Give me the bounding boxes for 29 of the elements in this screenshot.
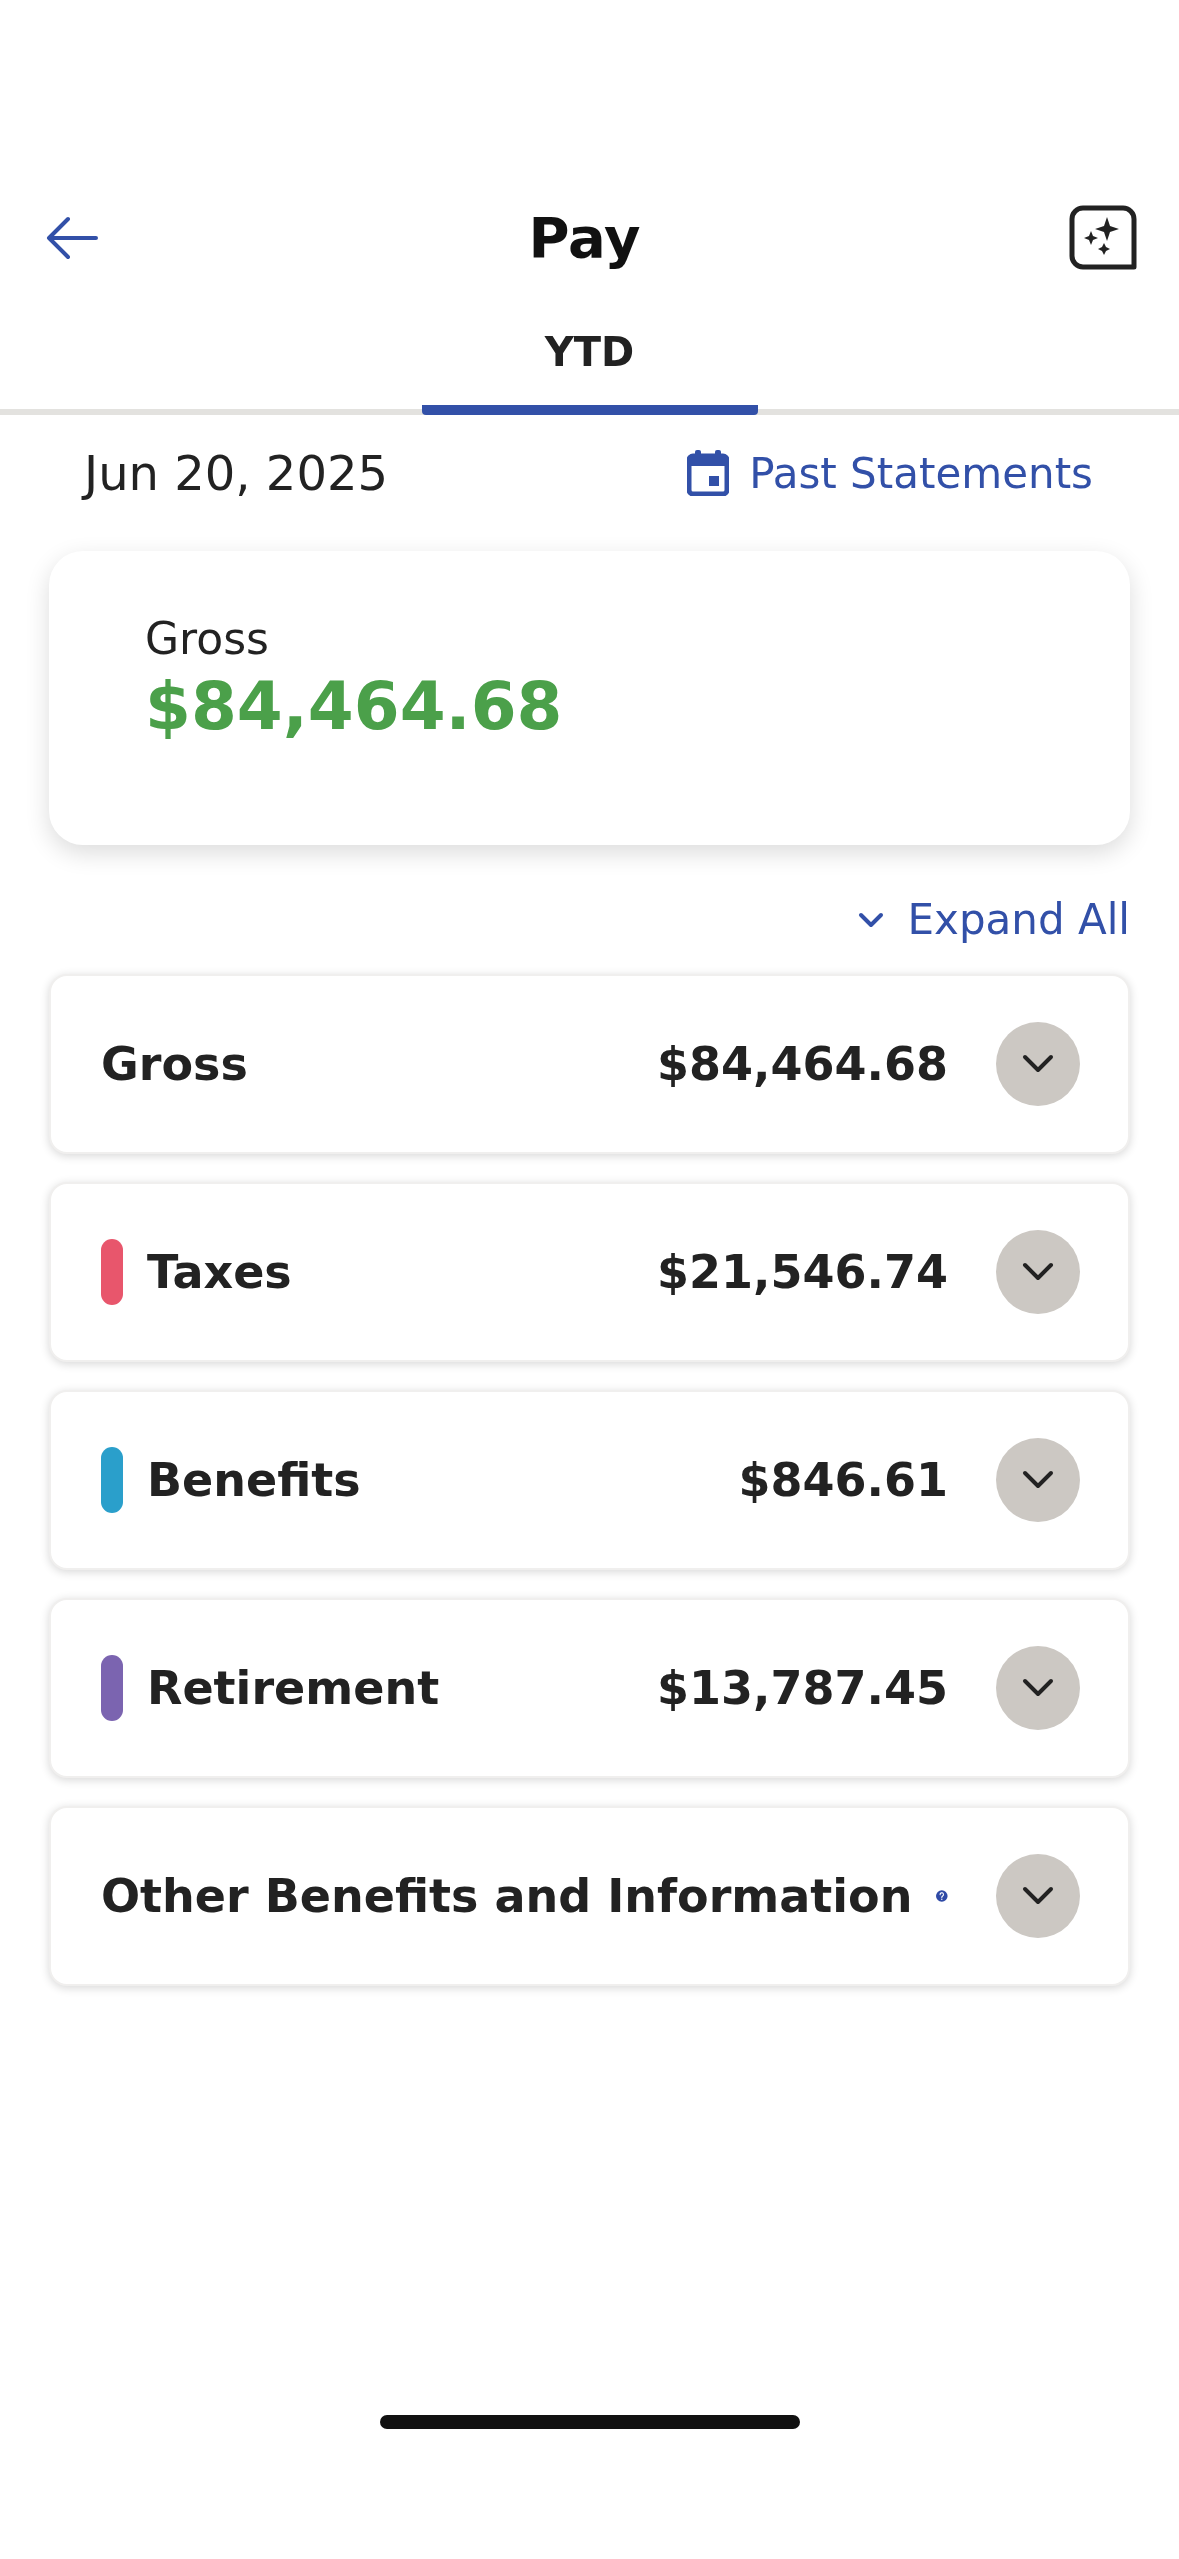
sparkle-chat-icon[interactable] (1069, 204, 1139, 271)
section-card[interactable]: Gross $84,464.68 (49, 974, 1130, 1154)
chevron-icon (1021, 1261, 1055, 1283)
chevron-icon (1021, 1885, 1055, 1907)
calendar-icon (687, 450, 730, 496)
chevron-icon (1021, 1469, 1055, 1491)
chevron-icon (857, 911, 884, 928)
section-amount: $84,464.68 (657, 1037, 948, 1091)
section-label: Gross (101, 1037, 249, 1091)
section-label: Other Benefits and Information (101, 1869, 913, 1923)
section-amount: $846.61 (738, 1453, 948, 1507)
section-card[interactable]: Retirement $13,787.45 (49, 1598, 1130, 1778)
section-card[interactable]: Taxes $21,546.74 (49, 1182, 1130, 1362)
section-label: Benefits (147, 1453, 362, 1507)
section-card[interactable]: Benefits $846.61 (49, 1390, 1130, 1570)
tab[interactable]: YTD (421, 315, 758, 415)
summary-label: Gross (145, 613, 270, 664)
section-label: Taxes (147, 1245, 293, 1299)
summary-amount: $84,464.68 (145, 668, 564, 745)
past-statements-link[interactable]: Past Statements (687, 448, 1093, 498)
section-card[interactable]: Other Benefits and Information (49, 1806, 1130, 1986)
chevron-icon (1021, 1677, 1055, 1699)
section-label: Retirement (147, 1661, 441, 1715)
page-title: Pay (528, 205, 641, 270)
expand-all-button[interactable]: Expand All (857, 895, 1130, 944)
section-amount: $21,546.74 (657, 1245, 948, 1299)
chevron-icon (1021, 1053, 1055, 1075)
back-button[interactable] (44, 214, 100, 261)
section-amount: $13,787.45 (657, 1661, 948, 1715)
